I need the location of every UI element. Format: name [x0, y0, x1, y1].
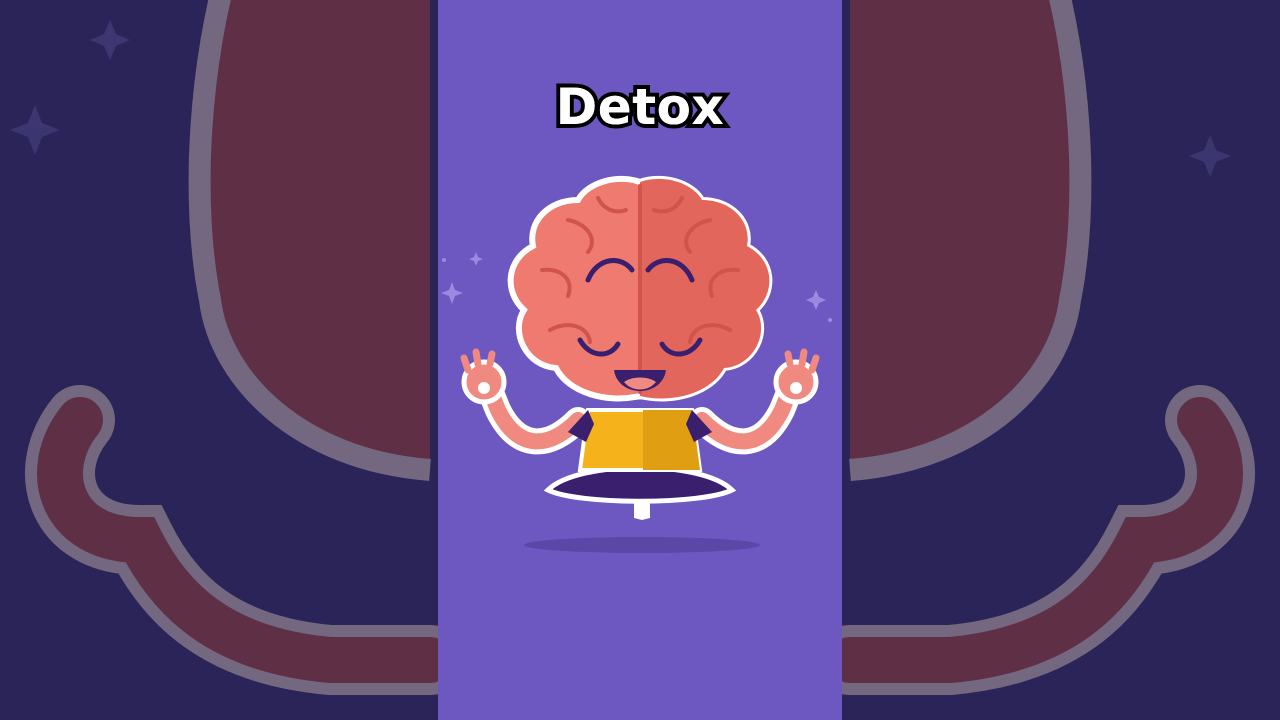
caption-text: Detox — [555, 78, 725, 136]
video-frame: Detox Detox — [438, 0, 842, 720]
meditating-brain-mascot-icon — [441, 175, 832, 553]
